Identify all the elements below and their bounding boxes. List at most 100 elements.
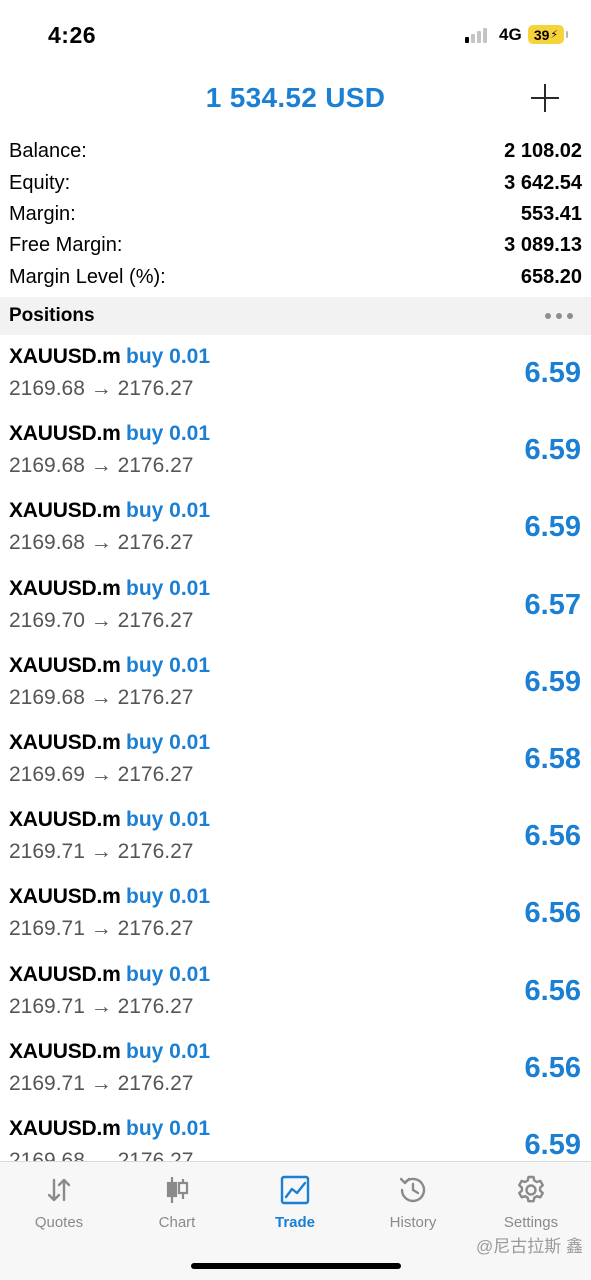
position-side-volume: buy 0.01 [126, 499, 211, 523]
summary-label: Equity: [9, 171, 71, 194]
position-profit: 6.59 [524, 357, 581, 389]
trade-screen: 4:26 4G 39 ⚡ 1 534.52 USD Balance: 2 108.… [0, 0, 591, 1280]
tab-label: Chart [158, 1214, 196, 1231]
positions-title: Positions [9, 305, 95, 326]
status-time: 4:26 [48, 22, 97, 48]
position-row[interactable]: XAUUSD.m buy 0.01 2169.71 → 2176.27 6.56 [0, 1030, 591, 1107]
summary-row-free-margin: Free Margin: 3 089.13 [0, 230, 591, 261]
position-profit: 6.56 [524, 897, 581, 930]
summary-label: Margin: [9, 202, 76, 225]
tab-trade[interactable]: Trade [236, 1162, 354, 1242]
cellular-signal-icon [465, 28, 487, 43]
position-symbol: XAUUSD.m [9, 422, 121, 446]
position-side-volume: buy 0.01 [126, 962, 211, 986]
summary-label: Margin Level (%): [9, 265, 166, 288]
position-row[interactable]: XAUUSD.m buy 0.01 2169.71 → 2176.27 6.56 [0, 798, 591, 875]
summary-label: Free Margin: [9, 234, 123, 257]
tab-history[interactable]: History [354, 1162, 472, 1242]
position-side-volume: buy 0.01 [126, 808, 211, 832]
position-prices: 2169.71 → 2176.27 [9, 840, 194, 864]
position-profit: 6.59 [524, 665, 581, 698]
header: 1 534.52 USD [0, 68, 591, 130]
summary-value: 3 642.54 [504, 171, 582, 194]
header-balance-title: 1 534.52 USD [205, 82, 386, 113]
summary-value: 2 108.02 [504, 140, 582, 163]
status-bar: 4:26 4G 39 ⚡ [0, 0, 591, 68]
more-horizontal-icon[interactable] [545, 313, 573, 319]
position-profit: 6.56 [524, 1051, 581, 1084]
position-side-volume: buy 0.01 [126, 345, 211, 368]
position-row[interactable]: XAUUSD.m buy 0.01 2169.68 → 2176.27 6.59 [0, 489, 591, 566]
summary-label: Balance: [9, 140, 87, 163]
position-prices: 2169.71 → 2176.27 [9, 994, 194, 1018]
position-prices: 2169.68 → 2176.27 [9, 531, 194, 555]
summary-value: 553.41 [520, 202, 582, 225]
position-row[interactable]: XAUUSD.m buy 0.01 2169.68 → 2176.27 6.59 [0, 335, 591, 412]
position-side-volume: buy 0.01 [126, 422, 211, 446]
position-profit: 6.59 [524, 434, 581, 467]
position-prices: 2169.68 → 2176.27 [9, 454, 194, 478]
position-side-volume: buy 0.01 [126, 730, 211, 754]
watermark-text: @尼古拉斯 鑫 [476, 1237, 583, 1256]
position-profit: 6.56 [524, 974, 581, 1007]
position-profit: 6.59 [524, 1128, 581, 1161]
trade-chart-icon [280, 1175, 310, 1205]
position-profit: 6.59 [524, 511, 581, 544]
account-summary: Balance: 2 108.02 Equity: 3 642.54 Margi… [0, 136, 591, 293]
tab-bar: Quotes Chart Trade History Settings @尼古拉… [0, 1161, 591, 1280]
tab-label: Trade [274, 1214, 316, 1231]
gear-icon [518, 1175, 544, 1203]
position-profit: 6.56 [524, 820, 581, 853]
position-prices: 2169.68 → 2176.27 [9, 1148, 194, 1161]
tab-quotes[interactable]: Quotes [0, 1162, 118, 1242]
position-prices: 2169.69 → 2176.27 [9, 762, 194, 786]
position-prices: 2169.68 → 2176.27 [9, 685, 194, 709]
position-symbol: XAUUSD.m [9, 499, 121, 523]
position-profit: 6.57 [524, 588, 581, 621]
history-clock-icon [399, 1177, 426, 1203]
battery-icon: 39 ⚡ [528, 25, 568, 44]
quotes-arrows-icon [47, 1178, 71, 1202]
tab-label: Quotes [34, 1214, 84, 1231]
position-row[interactable]: XAUUSD.m buy 0.01 2169.70 → 2176.27 6.57 [0, 567, 591, 644]
position-prices: 2169.71 → 2176.27 [9, 1071, 194, 1095]
plus-icon[interactable] [529, 82, 561, 114]
tab-chart[interactable]: Chart [118, 1162, 236, 1242]
summary-value: 3 089.13 [504, 234, 582, 257]
position-row[interactable]: XAUUSD.m buy 0.01 2169.71 → 2176.27 6.56 [0, 953, 591, 1030]
position-symbol: XAUUSD.m [9, 1039, 121, 1063]
position-symbol: XAUUSD.m [9, 808, 121, 832]
position-symbol: XAUUSD.m [9, 730, 121, 754]
position-profit: 6.58 [524, 742, 581, 775]
position-row[interactable]: XAUUSD.m buy 0.01 2169.69 → 2176.27 6.58 [0, 721, 591, 798]
position-symbol: XAUUSD.m [9, 1116, 121, 1140]
network-type: 4G [499, 25, 522, 44]
summary-row-balance: Balance: 2 108.02 [0, 136, 591, 167]
position-row[interactable]: XAUUSD.m buy 0.01 2169.68 → 2176.27 6.59 [0, 412, 591, 489]
home-indicator[interactable] [191, 1263, 401, 1269]
summary-value: 658.20 [520, 265, 582, 288]
positions-list: XAUUSD.m buy 0.01 2169.68 → 2176.27 6.59 XAU… [0, 335, 591, 1161]
position-side-volume: buy 0.01 [126, 885, 211, 909]
position-side-volume: buy 0.01 [126, 1116, 211, 1140]
battery-level: 39 [533, 26, 550, 43]
summary-row-margin: Margin: 553.41 [0, 199, 591, 230]
position-side-volume: buy 0.01 [126, 576, 211, 600]
tab-label: Settings [503, 1214, 559, 1231]
tab-settings[interactable]: Settings [472, 1162, 590, 1242]
position-symbol: XAUUSD.m [9, 653, 121, 677]
position-symbol: XAUUSD.m [9, 885, 121, 909]
position-side-volume: buy 0.01 [126, 653, 211, 677]
position-symbol: XAUUSD.m [9, 962, 121, 986]
position-prices: 2169.68 → 2176.27 [9, 377, 194, 400]
summary-row-margin-level: Margin Level (%): 658.20 [0, 262, 591, 293]
position-side-volume: buy 0.01 [126, 1039, 211, 1063]
position-row[interactable]: XAUUSD.m buy 0.01 2169.71 → 2176.27 6.56 [0, 875, 591, 952]
positions-section-header: Positions [0, 297, 591, 335]
summary-row-equity: Equity: 3 642.54 [0, 167, 591, 198]
tab-label: History [389, 1214, 437, 1231]
candlestick-icon [166, 1177, 189, 1203]
position-row[interactable]: XAUUSD.m buy 0.01 2169.68 → 2176.27 6.59 [0, 644, 591, 721]
position-row[interactable]: XAUUSD.m buy 0.01 2169.68 → 2176.27 6.59 [0, 1107, 591, 1161]
position-symbol: XAUUSD.m [9, 345, 121, 368]
